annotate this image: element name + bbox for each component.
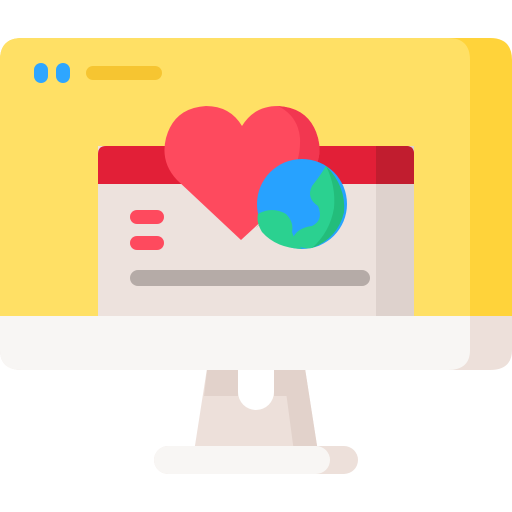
address-bar bbox=[86, 66, 162, 80]
monitor-stand bbox=[194, 362, 318, 452]
globe-icon bbox=[257, 159, 347, 249]
content-line bbox=[130, 270, 370, 286]
window-dot-2 bbox=[56, 63, 70, 83]
computer-monitor-icon bbox=[0, 38, 512, 474]
computer-illustration bbox=[0, 0, 512, 512]
accent-line-2 bbox=[130, 236, 164, 250]
window-dot-1 bbox=[34, 63, 48, 83]
monitor-base bbox=[154, 446, 358, 474]
monitor-bezel bbox=[0, 316, 512, 370]
accent-line-1 bbox=[130, 210, 164, 224]
